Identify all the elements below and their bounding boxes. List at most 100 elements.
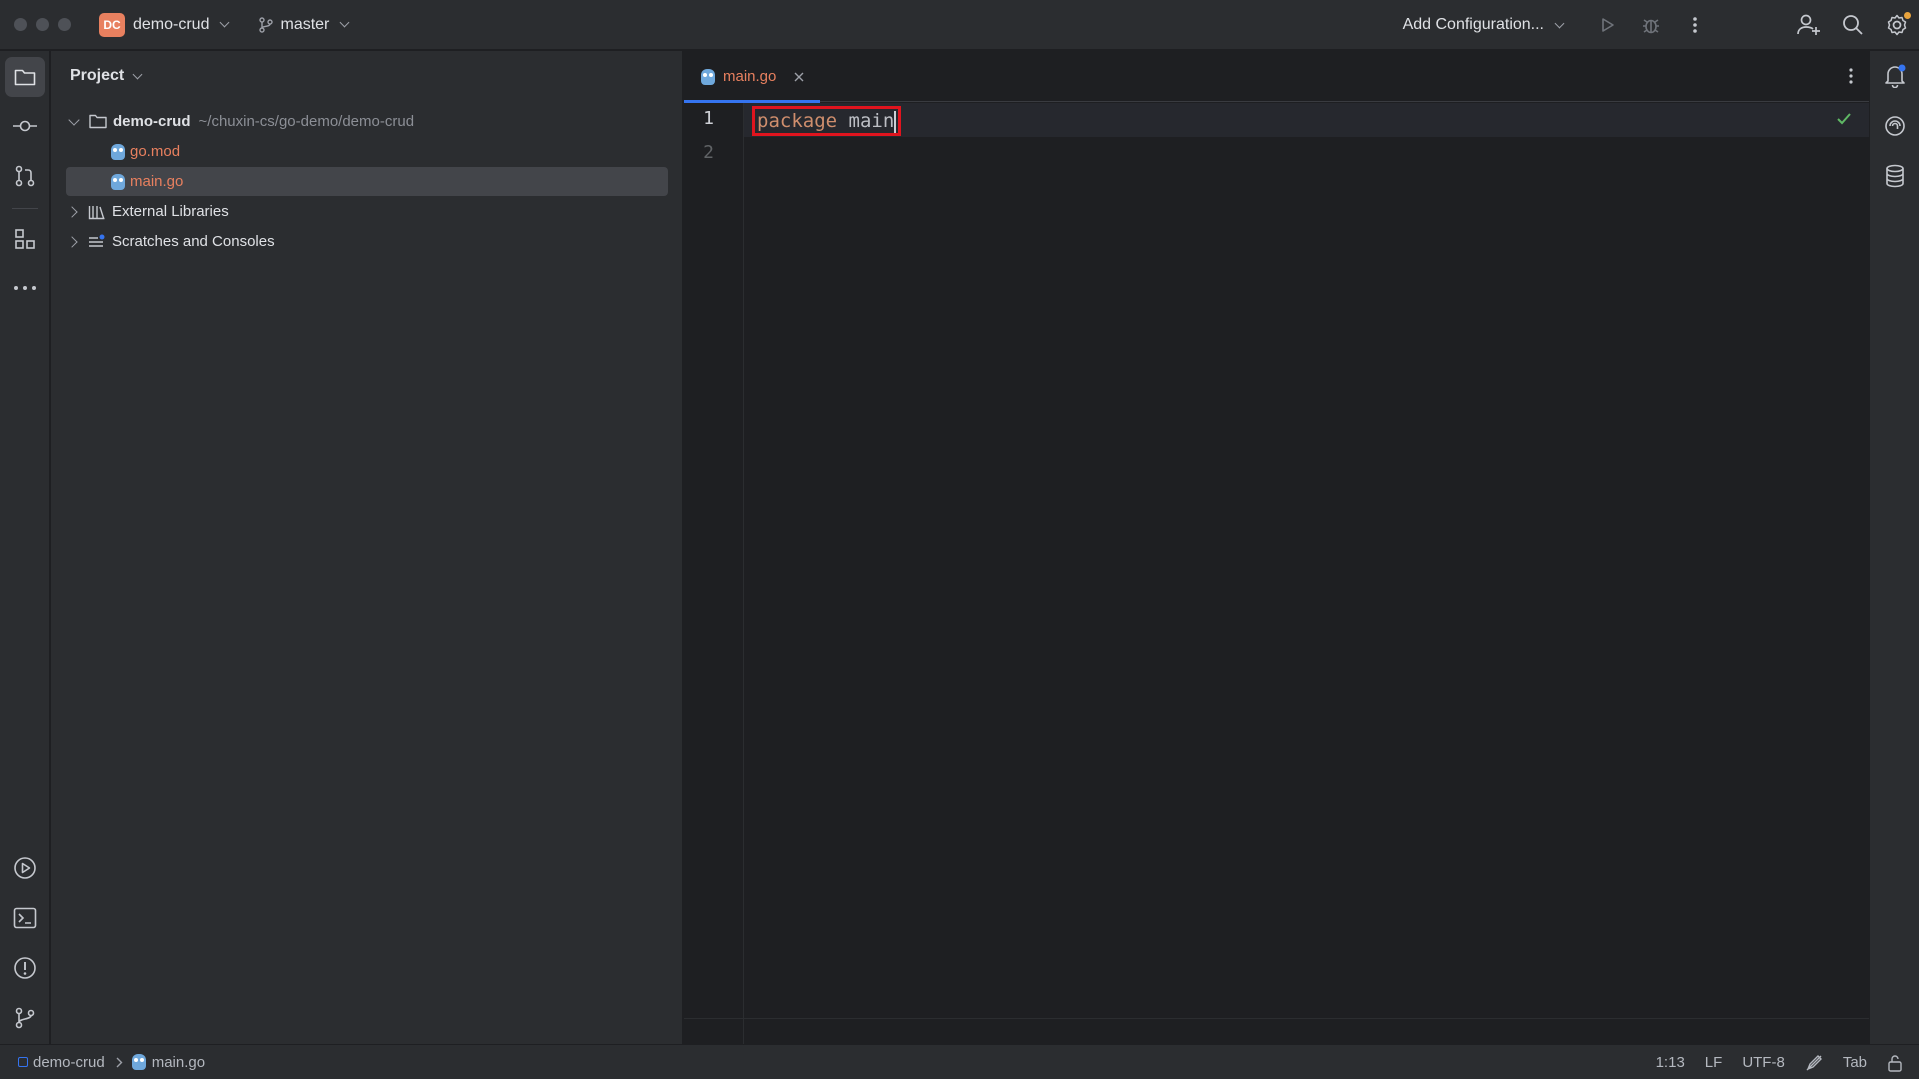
- close-icon[interactable]: [794, 72, 804, 82]
- tree-item-project-root[interactable]: demo-crud ~/chuxin-cs/go-demo/demo-crud: [66, 107, 668, 136]
- zoom-window-button[interactable]: [58, 18, 71, 31]
- tree-item-scratches[interactable]: Scratches and Consoles: [66, 227, 668, 256]
- tree-item-label: External Libraries: [112, 203, 229, 220]
- close-window-button[interactable]: [14, 18, 27, 31]
- project-panel-header[interactable]: Project: [51, 51, 682, 101]
- git-icon: [15, 1007, 35, 1029]
- inspection-status[interactable]: [1836, 112, 1852, 126]
- add-user-icon: [1797, 14, 1820, 35]
- notifications-icon: [1885, 64, 1906, 88]
- git-tool-button[interactable]: [5, 998, 45, 1038]
- chevron-down-icon[interactable]: [68, 113, 80, 126]
- go-file-icon: [111, 173, 125, 190]
- update-badge: [1904, 12, 1911, 19]
- project-switcher[interactable]: demo-crud: [133, 15, 230, 34]
- database-button[interactable]: [1875, 156, 1915, 196]
- branch-switcher[interactable]: master: [258, 15, 350, 34]
- search-icon: [1843, 15, 1863, 35]
- commit-icon: [13, 120, 37, 132]
- chevron-right-icon: [116, 1057, 123, 1067]
- editor-area: main.go 1 2 package main: [684, 51, 1869, 1068]
- line-number-gutter: 1 2: [684, 103, 744, 1068]
- terminal-tool-button[interactable]: [5, 898, 45, 938]
- keyword-token: package: [757, 110, 838, 132]
- project-panel-title: Project: [70, 67, 125, 84]
- terminal-icon: [13, 907, 37, 929]
- go-mod-file-icon: [111, 143, 125, 160]
- breadcrumb: demo-crud main.go: [18, 1054, 205, 1071]
- tree-item-label: main.go: [130, 173, 184, 190]
- horizontal-scrollbar[interactable]: [684, 1018, 1869, 1044]
- tab-label: main.go: [723, 68, 777, 85]
- run-icon: [14, 857, 36, 879]
- more-vertical-icon: [1693, 17, 1697, 33]
- scratches-icon: [89, 234, 105, 247]
- go-file-icon: [131, 1054, 146, 1070]
- project-name: demo-crud: [133, 15, 210, 33]
- debug-button[interactable]: [1629, 0, 1673, 50]
- indent-setting[interactable]: Tab: [1843, 1054, 1867, 1071]
- settings-button[interactable]: [1875, 0, 1919, 50]
- run-button[interactable]: [1585, 0, 1629, 50]
- problems-icon: [14, 957, 36, 979]
- breadcrumb-file[interactable]: main.go: [152, 1054, 205, 1071]
- search-everywhere-button[interactable]: [1831, 0, 1875, 50]
- identifier-token: main: [848, 110, 895, 132]
- line-number: 2: [703, 142, 714, 163]
- right-tool-strip: [1869, 51, 1919, 1044]
- left-tool-strip: [0, 51, 50, 1044]
- window-controls: [14, 18, 71, 31]
- notifications-button[interactable]: [1875, 56, 1915, 96]
- library-icon: [88, 205, 105, 219]
- chevron-down-icon: [132, 69, 143, 79]
- tree-item-go-mod[interactable]: go.mod: [66, 137, 668, 166]
- database-icon: [1886, 164, 1904, 188]
- ai-assistant-icon: [1885, 116, 1905, 136]
- run-tool-button[interactable]: [5, 848, 45, 888]
- pull-requests-tool-button[interactable]: [5, 156, 45, 196]
- problems-tool-button[interactable]: [5, 948, 45, 988]
- minimize-window-button[interactable]: [36, 18, 49, 31]
- file-encoding[interactable]: UTF-8: [1742, 1054, 1785, 1071]
- run-configuration-label: Add Configuration...: [1402, 16, 1544, 33]
- line-number: 1: [703, 108, 714, 129]
- more-vertical-icon: [1849, 68, 1853, 84]
- structure-icon: [15, 229, 35, 249]
- module-icon: [18, 1057, 28, 1067]
- project-path: ~/chuxin-cs/go-demo/demo-crud: [198, 113, 415, 130]
- branch-name: master: [280, 15, 330, 33]
- read-only-toggle-icon[interactable]: [1805, 1054, 1823, 1072]
- chevron-right-icon[interactable]: [66, 235, 78, 248]
- tree-item-label: go.mod: [130, 143, 181, 160]
- run-icon: [1602, 18, 1614, 32]
- strip-divider: [12, 208, 38, 209]
- caret-position[interactable]: 1:13: [1656, 1054, 1685, 1071]
- run-configuration-dropdown[interactable]: Add Configuration...: [1402, 16, 1565, 34]
- line-separator[interactable]: LF: [1705, 1054, 1723, 1071]
- tab-options-button[interactable]: [1848, 67, 1854, 85]
- more-actions-button[interactable]: [1673, 0, 1717, 50]
- project-badge[interactable]: DC: [99, 12, 125, 37]
- check-icon: [1837, 113, 1851, 125]
- tree-item-external-libraries[interactable]: External Libraries: [66, 197, 668, 226]
- project-tool-button[interactable]: [5, 57, 45, 97]
- highlighted-code[interactable]: package main: [752, 106, 902, 136]
- tree-item-main-go[interactable]: main.go: [66, 167, 668, 196]
- tree-item-label: demo-crud: [113, 113, 191, 130]
- branch-icon: [259, 16, 274, 33]
- more-icon: [14, 286, 36, 290]
- code-line-current[interactable]: package main: [744, 103, 1869, 137]
- debug-icon: [1643, 19, 1659, 34]
- ai-assistant-button[interactable]: [1875, 106, 1915, 146]
- more-tools-button[interactable]: [5, 268, 45, 308]
- structure-tool-button[interactable]: [5, 219, 45, 259]
- commit-tool-button[interactable]: [5, 106, 45, 146]
- code-with-me-button[interactable]: [1787, 0, 1831, 50]
- text-caret: [894, 110, 897, 133]
- project-panel: Project demo-crud ~/chuxin-cs/go-demo/de…: [51, 51, 683, 1044]
- breadcrumb-project[interactable]: demo-crud: [33, 1054, 105, 1071]
- lock-icon[interactable]: [1887, 1054, 1903, 1072]
- tab-main-go[interactable]: main.go: [684, 51, 820, 103]
- chevron-right-icon[interactable]: [66, 205, 78, 218]
- pull-request-icon: [15, 165, 35, 187]
